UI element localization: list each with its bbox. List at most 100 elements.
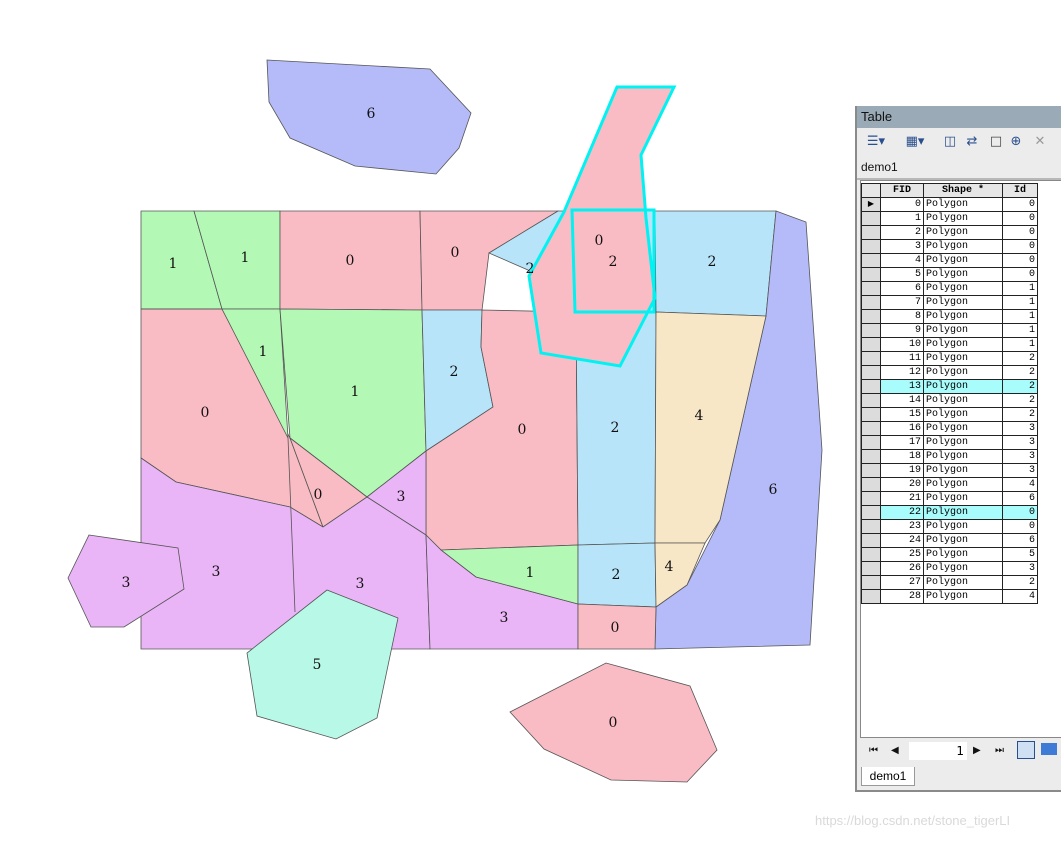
cell-id[interactable]: 4 <box>1002 589 1038 604</box>
row-selector[interactable] <box>861 505 881 520</box>
cell-fid[interactable]: 27 <box>880 575 924 590</box>
row-selector[interactable] <box>861 309 881 324</box>
cell-fid[interactable]: 13 <box>880 379 924 394</box>
cell-shape[interactable]: Polygon <box>923 281 1003 296</box>
cell-shape[interactable]: Polygon <box>923 435 1003 450</box>
table-row[interactable]: 13 Polygon 2 <box>861 379 1038 394</box>
row-selector-header[interactable] <box>861 183 881 198</box>
cell-id[interactable]: 2 <box>1002 407 1038 422</box>
zoom-to-selected-icon[interactable]: ⊕ <box>1007 133 1025 151</box>
table-row[interactable]: 18 Polygon 3 <box>861 449 1038 464</box>
table-window[interactable]: Table ☰▾ ▦▾ ◫ ⇄ □ ⊕ ✕ demo1 FID Shape * … <box>855 106 1061 792</box>
table-row[interactable]: 5 Polygon 0 <box>861 267 1038 282</box>
cell-id[interactable]: 2 <box>1002 365 1038 380</box>
cell-shape[interactable]: Polygon <box>923 225 1003 240</box>
cell-id[interactable]: 5 <box>1002 547 1038 562</box>
cell-id[interactable]: 0 <box>1002 197 1038 212</box>
attribute-table-grid[interactable]: FID Shape * Id ▶ 0 Polygon 0 1 Polygon 0 2 Polyg… <box>860 180 1061 738</box>
row-selector[interactable] <box>861 337 881 352</box>
cell-shape[interactable]: Polygon <box>923 463 1003 478</box>
cell-shape[interactable]: Polygon <box>923 421 1003 436</box>
cell-id[interactable]: 2 <box>1002 351 1038 366</box>
cell-shape[interactable]: Polygon <box>923 351 1003 366</box>
cell-fid[interactable]: 7 <box>880 295 924 310</box>
clear-selection-icon[interactable]: □ <box>987 133 1005 151</box>
cell-shape[interactable]: Polygon <box>923 477 1003 492</box>
cell-shape[interactable]: Polygon <box>923 407 1003 422</box>
current-row-indicator-icon[interactable]: ▶ <box>861 197 881 212</box>
cell-id[interactable]: 0 <box>1002 225 1038 240</box>
row-selector[interactable] <box>861 491 881 506</box>
row-selector[interactable] <box>861 449 881 464</box>
cell-id[interactable]: 0 <box>1002 253 1038 268</box>
cell-shape[interactable]: Polygon <box>923 533 1003 548</box>
cell-shape[interactable]: Polygon <box>923 547 1003 562</box>
tab-demo1[interactable]: demo1 <box>861 767 915 786</box>
select-by-attributes-icon[interactable]: ◫ <box>941 133 959 151</box>
row-selector[interactable] <box>861 393 881 408</box>
table-row[interactable]: 3 Polygon 0 <box>861 239 1038 254</box>
table-row[interactable]: 23 Polygon 0 <box>861 519 1038 534</box>
table-row[interactable]: 11 Polygon 2 <box>861 351 1038 366</box>
cell-fid[interactable]: 15 <box>880 407 924 422</box>
table-row[interactable]: 17 Polygon 3 <box>861 435 1038 450</box>
cell-id[interactable]: 3 <box>1002 421 1038 436</box>
cell-fid[interactable]: 3 <box>880 239 924 254</box>
first-record-icon[interactable]: ⏮ <box>869 745 878 756</box>
table-window-title[interactable]: Table <box>857 106 1061 128</box>
table-row[interactable]: 14 Polygon 2 <box>861 393 1038 408</box>
cell-shape[interactable]: Polygon <box>923 561 1003 576</box>
row-selector[interactable] <box>861 589 881 604</box>
cell-id[interactable]: 3 <box>1002 435 1038 450</box>
cell-shape[interactable]: Polygon <box>923 211 1003 226</box>
cell-shape[interactable]: Polygon <box>923 519 1003 534</box>
show-selected-records-icon[interactable] <box>1041 743 1057 755</box>
row-selector[interactable] <box>861 211 881 226</box>
row-selector[interactable] <box>861 365 881 380</box>
cell-fid[interactable]: 0 <box>880 197 924 212</box>
cell-id[interactable]: 6 <box>1002 533 1038 548</box>
row-selector[interactable] <box>861 225 881 240</box>
cell-shape[interactable]: Polygon <box>923 337 1003 352</box>
row-selector[interactable] <box>861 281 881 296</box>
table-row[interactable]: 26 Polygon 3 <box>861 561 1038 576</box>
table-row[interactable]: 12 Polygon 2 <box>861 365 1038 380</box>
cell-id[interactable]: 1 <box>1002 309 1038 324</box>
cell-fid[interactable]: 2 <box>880 225 924 240</box>
cell-shape[interactable]: Polygon <box>923 309 1003 324</box>
cell-fid[interactable]: 6 <box>880 281 924 296</box>
cell-shape[interactable]: Polygon <box>923 295 1003 310</box>
cell-shape[interactable]: Polygon <box>923 491 1003 506</box>
row-selector[interactable] <box>861 267 881 282</box>
cell-shape[interactable]: Polygon <box>923 393 1003 408</box>
cell-fid[interactable]: 22 <box>880 505 924 520</box>
cell-shape[interactable]: Polygon <box>923 239 1003 254</box>
column-header-id[interactable]: Id <box>1002 183 1038 198</box>
cell-shape[interactable]: Polygon <box>923 323 1003 338</box>
table-row[interactable]: 21 Polygon 6 <box>861 491 1038 506</box>
current-record-field[interactable]: 1 <box>909 742 967 760</box>
cell-fid[interactable]: 18 <box>880 449 924 464</box>
table-row[interactable]: 6 Polygon 1 <box>861 281 1038 296</box>
cell-fid[interactable]: 17 <box>880 435 924 450</box>
cell-shape[interactable]: Polygon <box>923 575 1003 590</box>
cell-id[interactable]: 3 <box>1002 463 1038 478</box>
map-canvas[interactable]: 6 1 1 0 0 2 0 2 2 1 1 0 2 0 2 4 0 3 3 6 … <box>0 0 850 841</box>
cell-fid[interactable]: 20 <box>880 477 924 492</box>
table-row[interactable]: 22 Polygon 0 <box>861 505 1038 520</box>
cell-id[interactable]: 0 <box>1002 267 1038 282</box>
table-row[interactable]: 19 Polygon 3 <box>861 463 1038 478</box>
cell-shape[interactable]: Polygon <box>923 267 1003 282</box>
cell-shape[interactable]: Polygon <box>923 365 1003 380</box>
table-row[interactable]: 7 Polygon 1 <box>861 295 1038 310</box>
delete-selected-icon[interactable]: ✕ <box>1031 133 1049 151</box>
cell-fid[interactable]: 26 <box>880 561 924 576</box>
table-row[interactable]: 25 Polygon 5 <box>861 547 1038 562</box>
row-selector[interactable] <box>861 351 881 366</box>
show-all-records-icon[interactable] <box>1017 741 1035 759</box>
row-selector[interactable] <box>861 519 881 534</box>
table-row[interactable]: 4 Polygon 0 <box>861 253 1038 268</box>
cell-id[interactable]: 0 <box>1002 519 1038 534</box>
row-selector[interactable] <box>861 239 881 254</box>
table-row[interactable]: 9 Polygon 1 <box>861 323 1038 338</box>
